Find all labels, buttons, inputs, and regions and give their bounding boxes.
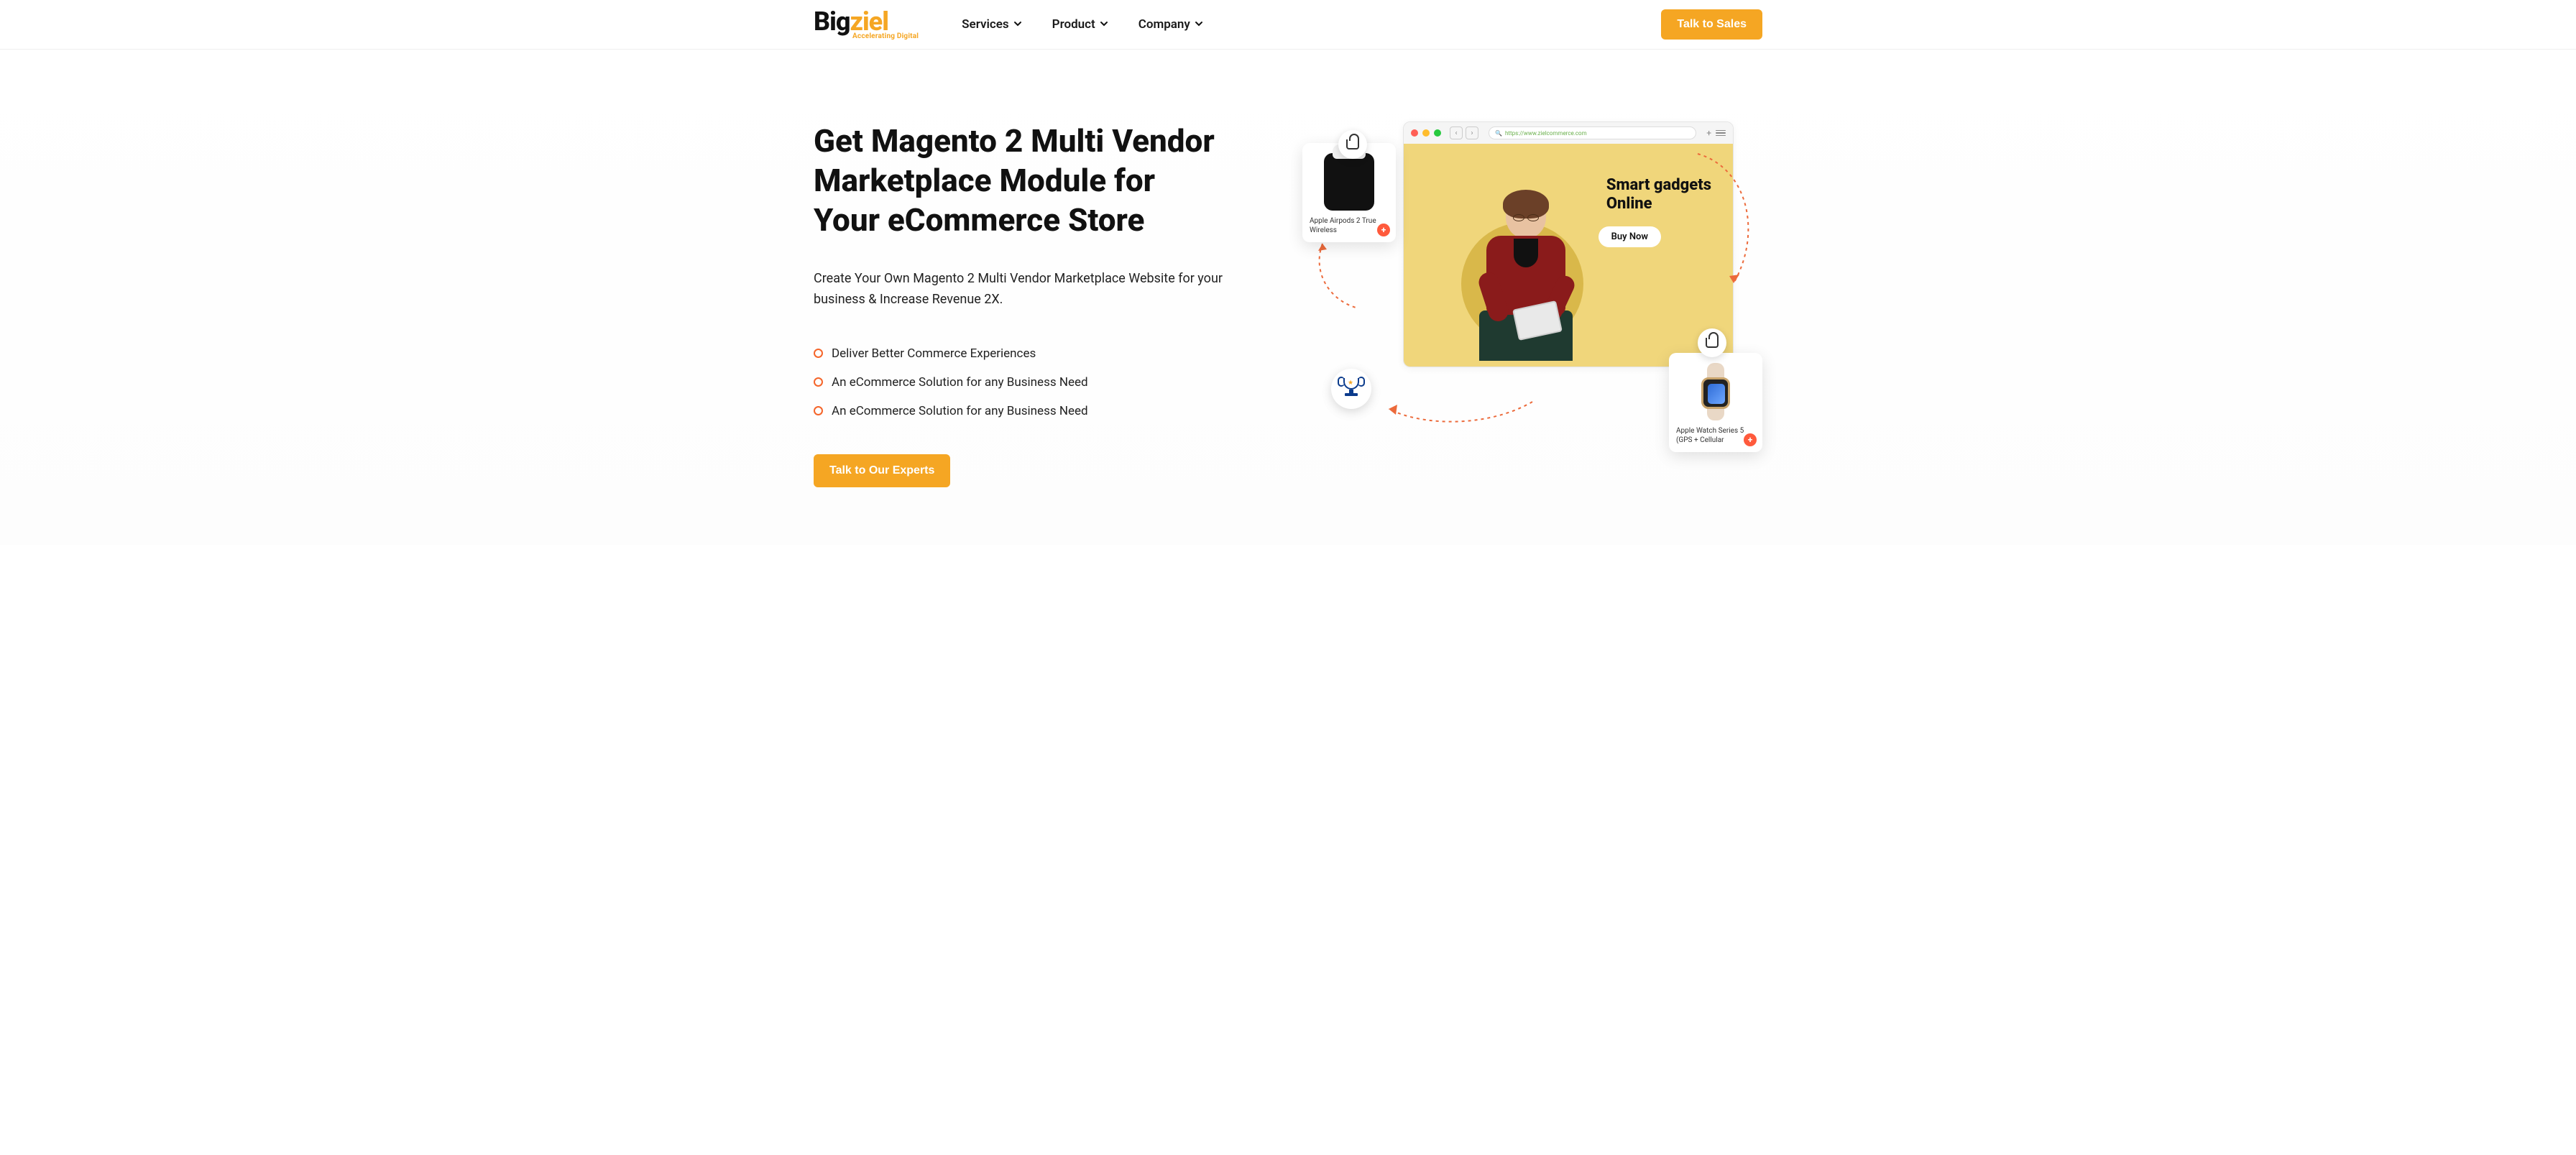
back-icon: ‹: [1450, 126, 1463, 139]
cart-badge-icon: [1338, 130, 1367, 159]
banner-line1: Smart gadgets: [1606, 176, 1711, 194]
nav-item-company[interactable]: Company: [1138, 17, 1203, 32]
browser-mockup: ‹ › 🔍 https://www.zielcommerce.com + Sma…: [1403, 121, 1734, 367]
buy-now-button: Buy Now: [1598, 226, 1661, 247]
browser-viewport: Smart gadgets Online Buy Now: [1404, 144, 1733, 367]
connector-arrow-icon: [1381, 387, 1540, 431]
forward-icon: ›: [1466, 126, 1478, 139]
logo-text-ziel: ziel: [850, 9, 888, 34]
basket-icon: [1706, 338, 1719, 348]
nav-item-product[interactable]: Product: [1052, 17, 1108, 32]
hero-title-line3: Your eCommerce Store: [814, 201, 1144, 239]
logo-text-g: g: [836, 9, 850, 34]
feature-text: Deliver Better Commerce Experiences: [832, 346, 1036, 361]
new-tab-icon: +: [1706, 128, 1711, 138]
hero-subtitle: Create Your Own Magento 2 Multi Vendor M…: [814, 269, 1259, 310]
person-illustration: [1447, 180, 1598, 367]
hero-illustration: ‹ › 🔍 https://www.zielcommerce.com + Sma…: [1302, 121, 1762, 438]
hero-content: Get Magento 2 Multi Vendor Marketplace M…: [814, 121, 1274, 487]
banner-line2: Online: [1606, 195, 1652, 213]
browser-nav-arrows: ‹ ›: [1450, 126, 1478, 139]
hero-title-line1: Get Magento 2 Multi Vendor: [814, 122, 1215, 160]
talk-to-experts-button[interactable]: Talk to Our Experts: [814, 454, 950, 487]
browser-url-bar: 🔍 https://www.zielcommerce.com: [1489, 126, 1696, 139]
traffic-light-yellow-icon: [1422, 129, 1430, 137]
connector-arrow-icon: [1308, 236, 1387, 316]
traffic-light-red-icon: [1411, 129, 1418, 137]
traffic-light-green-icon: [1434, 129, 1441, 137]
trophy-icon: ★: [1341, 378, 1361, 400]
feature-item: An eCommerce Solution for any Business N…: [814, 368, 1259, 397]
feature-text: An eCommerce Solution for any Business N…: [832, 404, 1088, 418]
add-icon: +: [1377, 224, 1390, 236]
main-nav: Services Product Company: [962, 17, 1203, 32]
browser-url-text: https://www.zielcommerce.com: [1505, 130, 1587, 137]
chevron-down-icon: [1195, 17, 1203, 32]
cart-badge-icon: [1698, 328, 1726, 357]
browser-toolbar: ‹ › 🔍 https://www.zielcommerce.com +: [1404, 122, 1733, 144]
product-card-watch: Apple Watch Series 5 (GPS + Cellular +: [1669, 353, 1762, 452]
chevron-down-icon: [1013, 17, 1022, 32]
feature-list: Deliver Better Commerce Experiences An e…: [814, 339, 1259, 425]
logo-text-i: i: [829, 9, 836, 34]
watch-image: [1687, 363, 1744, 420]
hero-section: Get Magento 2 Multi Vendor Marketplace M…: [0, 50, 2576, 545]
airpods-image: [1324, 153, 1374, 211]
chevron-down-icon: [1100, 17, 1108, 32]
nav-item-services[interactable]: Services: [962, 17, 1021, 32]
basket-icon: [1346, 139, 1359, 149]
banner-headline: Smart gadgets Online: [1606, 176, 1711, 214]
talk-to-sales-button[interactable]: Talk to Sales: [1661, 9, 1762, 40]
bullet-icon: [814, 349, 823, 358]
logo-tagline: Accelerating Digital: [852, 33, 919, 40]
feature-text: An eCommerce Solution for any Business N…: [832, 375, 1088, 390]
site-header: Bigziel Accelerating Digital Services Pr…: [0, 0, 2576, 50]
add-icon: +: [1744, 433, 1757, 446]
nav-label: Product: [1052, 17, 1095, 32]
bullet-icon: [814, 377, 823, 387]
nav-label: Services: [962, 17, 1008, 32]
logo-text-b: B: [814, 9, 829, 34]
bullet-icon: [814, 406, 823, 415]
feature-item: Deliver Better Commerce Experiences: [814, 339, 1259, 368]
product-name: Apple Airpods 2 True Wireless: [1310, 216, 1389, 235]
hero-title-line2: Marketplace Module for: [814, 162, 1155, 199]
brand-logo[interactable]: Bigziel Accelerating Digital: [814, 9, 919, 40]
search-icon: 🔍: [1495, 130, 1502, 137]
product-name: Apple Watch Series 5 (GPS + Cellular: [1676, 426, 1755, 445]
hero-title: Get Magento 2 Multi Vendor Marketplace M…: [814, 121, 1259, 240]
nav-label: Company: [1138, 17, 1190, 32]
trophy-badge: ★: [1331, 369, 1371, 409]
feature-item: An eCommerce Solution for any Business N…: [814, 397, 1259, 425]
hamburger-icon: [1716, 130, 1726, 137]
